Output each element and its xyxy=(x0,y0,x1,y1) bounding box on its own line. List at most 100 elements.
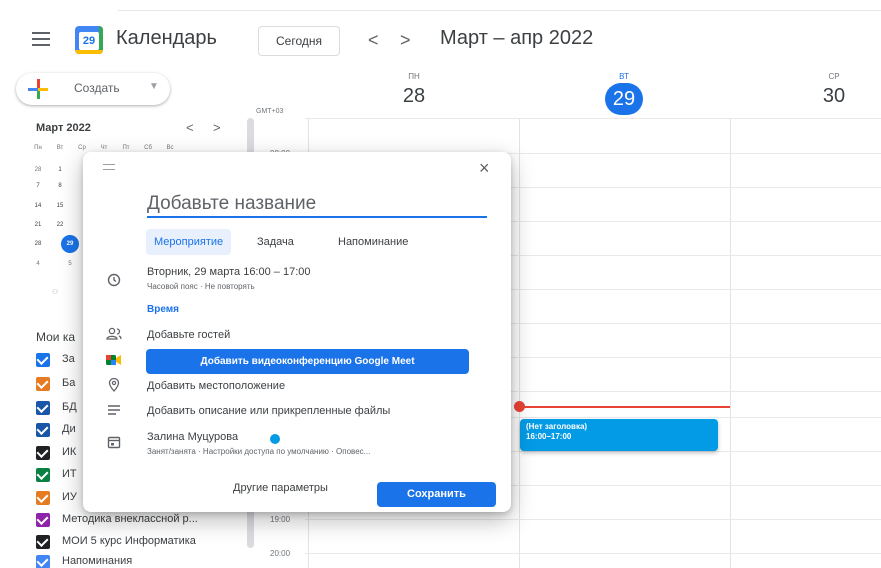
close-icon[interactable]: × xyxy=(479,158,490,179)
description-icon xyxy=(105,403,123,421)
mini-day-selected[interactable]: 29 xyxy=(61,235,79,253)
hour-line xyxy=(305,553,881,554)
mini-day[interactable]: 28 xyxy=(28,236,48,252)
calendar-label: Методика внеклассной р... xyxy=(62,513,198,525)
grid-divider xyxy=(519,118,520,568)
mini-day[interactable]: 7 xyxy=(28,178,48,194)
calendar-label: МОИ 5 курс Информатика xyxy=(62,535,196,547)
day-number[interactable]: 28 xyxy=(384,85,444,108)
mini-day[interactable]: 15 xyxy=(50,198,70,214)
people-search-icon[interactable]: ⚇ xyxy=(52,288,58,296)
main-menu-icon[interactable] xyxy=(32,32,50,46)
draft-event[interactable]: (Нет заголовка) 16:00–17:00 xyxy=(520,419,718,451)
checkbox-icon[interactable] xyxy=(36,555,50,568)
calendar-icon xyxy=(105,435,123,453)
mini-weekday: Вт xyxy=(56,145,64,151)
add-description[interactable]: Добавить описание или прикрепленные файл… xyxy=(147,405,390,417)
mini-weekday: Сб xyxy=(144,145,152,151)
calendar-label: Напоминания xyxy=(62,555,133,567)
event-title: (Нет заголовка) xyxy=(526,422,588,431)
event-title-input[interactable] xyxy=(147,192,487,218)
calendar-label: ИК xyxy=(62,446,77,458)
calendar-label: Ба xyxy=(62,377,76,389)
mini-day[interactable]: 4 xyxy=(28,256,48,272)
mini-weekday: Пт xyxy=(122,145,130,151)
mini-weekday: Чт xyxy=(100,145,108,151)
calendar-label: За xyxy=(62,353,75,365)
calendar-label: БД xyxy=(62,401,77,413)
people-icon xyxy=(105,327,123,345)
mini-calendar-next[interactable]: > xyxy=(213,120,221,135)
calendar-label: Ди xyxy=(62,423,76,435)
mini-day[interactable]: 8 xyxy=(50,178,70,194)
mini-day[interactable]: 28 xyxy=(28,162,48,178)
next-period-button[interactable]: > xyxy=(400,30,411,50)
more-options-button[interactable]: Другие параметры xyxy=(233,482,328,494)
checkbox-icon[interactable] xyxy=(36,513,50,527)
add-google-meet-button[interactable]: Добавить видеоконференцию Google Meet xyxy=(146,349,469,374)
mini-weekday: Ср xyxy=(78,145,86,151)
calendar-label: ИТ xyxy=(62,468,77,480)
hour-line xyxy=(305,118,881,119)
prev-period-button[interactable]: < xyxy=(368,30,379,50)
timezone-label: GMT+03 xyxy=(256,108,284,115)
checkbox-icon[interactable] xyxy=(36,446,50,460)
mini-day[interactable]: 21 xyxy=(28,217,48,233)
day-number-today[interactable]: 29 xyxy=(605,83,643,115)
mini-day[interactable]: 14 xyxy=(28,198,48,214)
checkbox-icon[interactable] xyxy=(36,535,50,549)
tab-reminder[interactable]: Напоминание xyxy=(330,229,416,255)
checkbox-icon[interactable] xyxy=(36,401,50,415)
save-button[interactable]: Сохранить xyxy=(377,482,496,507)
calendar-label: ИУ xyxy=(62,491,77,503)
event-date-time[interactable]: Вторник, 29 марта 16:00 – 17:00 xyxy=(147,266,311,278)
calendar-owner-settings[interactable]: Занят/занята · Настройки доступа по умол… xyxy=(147,447,370,456)
time-label: 19:00 xyxy=(270,515,291,524)
mini-calendar-prev[interactable]: < xyxy=(186,120,194,135)
mini-day[interactable]: 1 xyxy=(50,162,70,178)
create-label: Создать xyxy=(74,81,120,95)
time-link[interactable]: Время xyxy=(147,304,179,315)
clock-icon xyxy=(105,273,123,291)
event-timezone-repeat[interactable]: Часовой пояс · Не повторять xyxy=(147,282,255,291)
today-button[interactable]: Сегодня xyxy=(258,26,340,56)
logo-day: 29 xyxy=(79,32,99,50)
create-button[interactable]: Создать ▼ xyxy=(16,73,170,105)
calendar-owner[interactable]: Залина Муцурова xyxy=(147,431,238,443)
day-of-week: ПН xyxy=(408,72,420,81)
tab-event[interactable]: Мероприятие xyxy=(146,229,232,255)
mini-day[interactable]: 22 xyxy=(50,217,70,233)
chevron-down-icon: ▼ xyxy=(149,81,159,92)
grid-divider xyxy=(730,118,731,568)
current-date-range: Март – апр 2022 xyxy=(440,27,594,49)
day-number[interactable]: 30 xyxy=(804,85,864,108)
current-time-dot xyxy=(514,401,525,412)
day-of-week: СР xyxy=(828,72,840,81)
mini-day[interactable]: 5 xyxy=(60,256,80,272)
checkbox-icon[interactable] xyxy=(36,491,50,505)
tab-task[interactable]: Задача xyxy=(249,229,302,255)
checkbox-icon[interactable] xyxy=(36,423,50,437)
google-meet-icon xyxy=(105,353,123,371)
location-pin-icon xyxy=(105,377,123,396)
mini-weekday: Пн xyxy=(34,145,42,151)
checkbox-icon[interactable] xyxy=(36,353,50,367)
plus-icon xyxy=(28,79,48,99)
day-of-week: ВТ xyxy=(619,72,629,81)
add-guests[interactable]: Добавьте гостей xyxy=(147,329,230,341)
event-time: 16:00–17:00 xyxy=(526,432,572,441)
mini-calendar-month: Март 2022 xyxy=(36,122,91,134)
quick-event-dialog: × Мероприятие Задача Напоминание Вторник… xyxy=(83,152,511,512)
time-label: 20:00 xyxy=(270,549,291,558)
checkbox-icon[interactable] xyxy=(36,468,50,482)
mini-weekday: Вс xyxy=(166,145,174,151)
current-time-line xyxy=(520,406,730,408)
add-location[interactable]: Добавить местоположение xyxy=(147,380,285,392)
day-header-wed[interactable]: СР 30 xyxy=(804,72,864,108)
app-title: Календарь xyxy=(116,27,217,49)
drag-handle-icon[interactable] xyxy=(103,164,115,170)
day-header-tue[interactable]: ВТ 29 xyxy=(594,72,654,115)
my-calendars-heading[interactable]: Мои ка xyxy=(36,330,75,344)
day-header-mon[interactable]: ПН 28 xyxy=(384,72,444,108)
checkbox-icon[interactable] xyxy=(36,377,50,391)
